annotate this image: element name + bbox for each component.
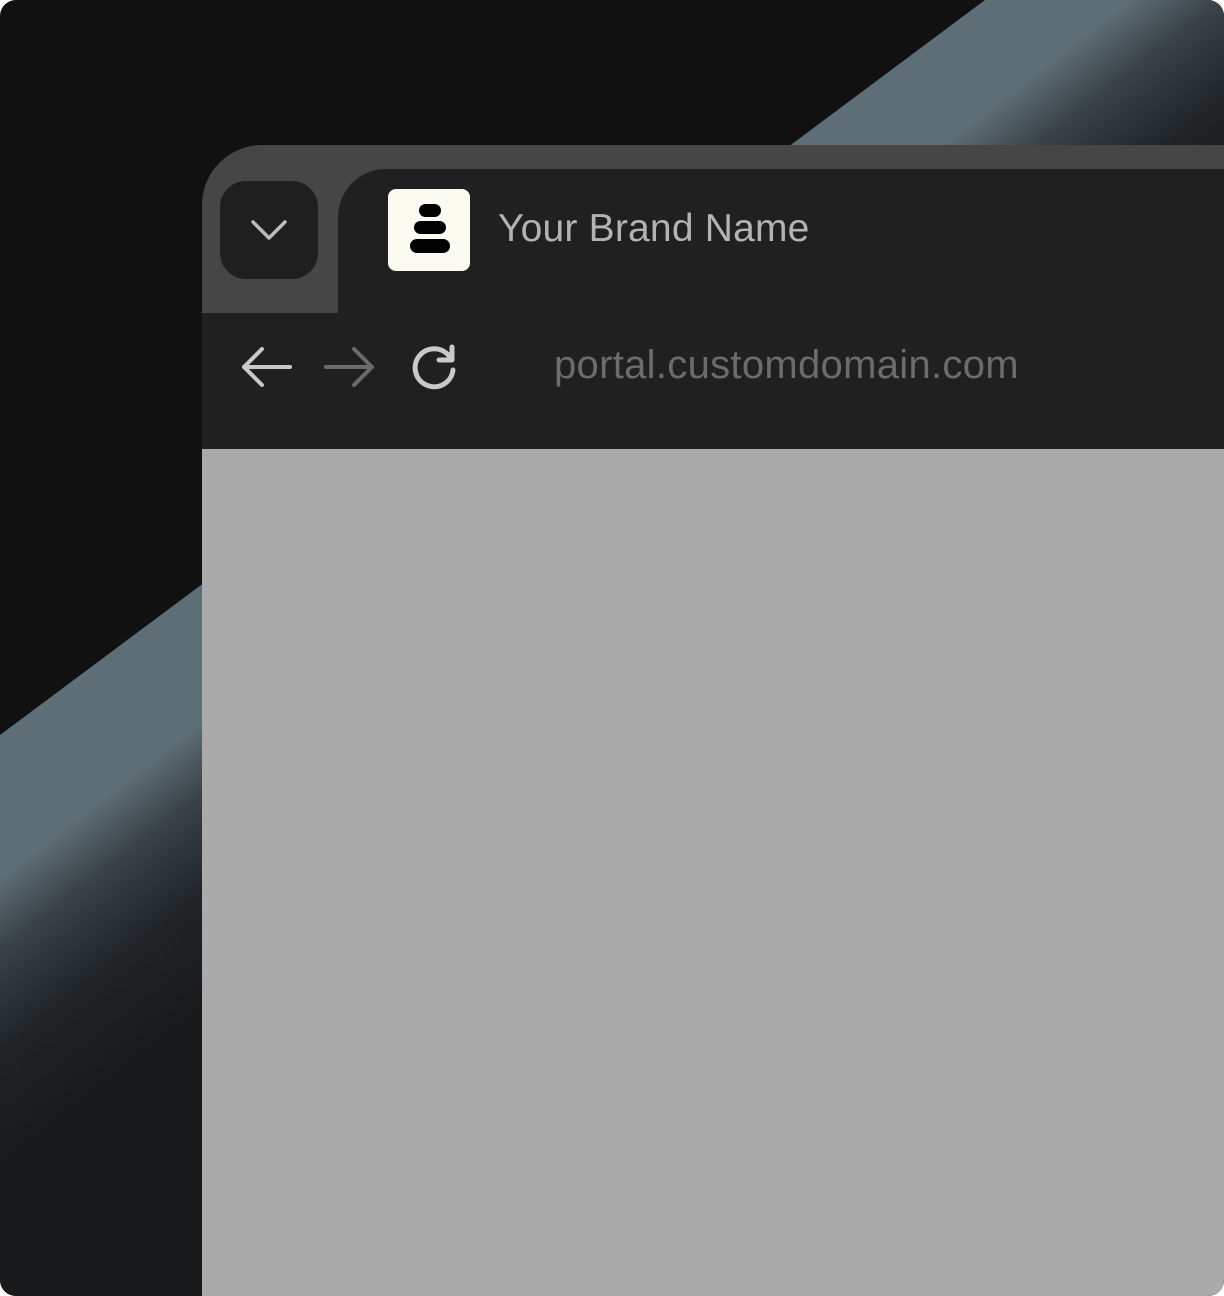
arrow-left-icon [242,347,292,387]
stacked-stones-icon [410,204,450,253]
address-bar[interactable]: portal.customdomain.com [554,343,1019,388]
reload-button[interactable] [406,339,462,395]
back-button[interactable] [238,339,294,395]
forward-button[interactable] [322,339,378,395]
browser-window: Your Brand Name portal.customdomain.com [202,145,1224,1296]
page-viewport [202,449,1224,1296]
tab-favicon [388,189,470,271]
navigation-toolbar: portal.customdomain.com [202,313,1224,449]
active-tab[interactable]: Your Brand Name [338,169,1224,313]
tab-menu-button[interactable] [220,181,318,279]
reload-icon [412,344,456,390]
chevron-down-icon [251,220,287,240]
arrow-right-icon [324,347,374,387]
tab-strip: Your Brand Name [202,145,1224,313]
tab-title: Your Brand Name [498,207,810,250]
app-background: Your Brand Name portal.customdomain.com [0,0,1224,1296]
